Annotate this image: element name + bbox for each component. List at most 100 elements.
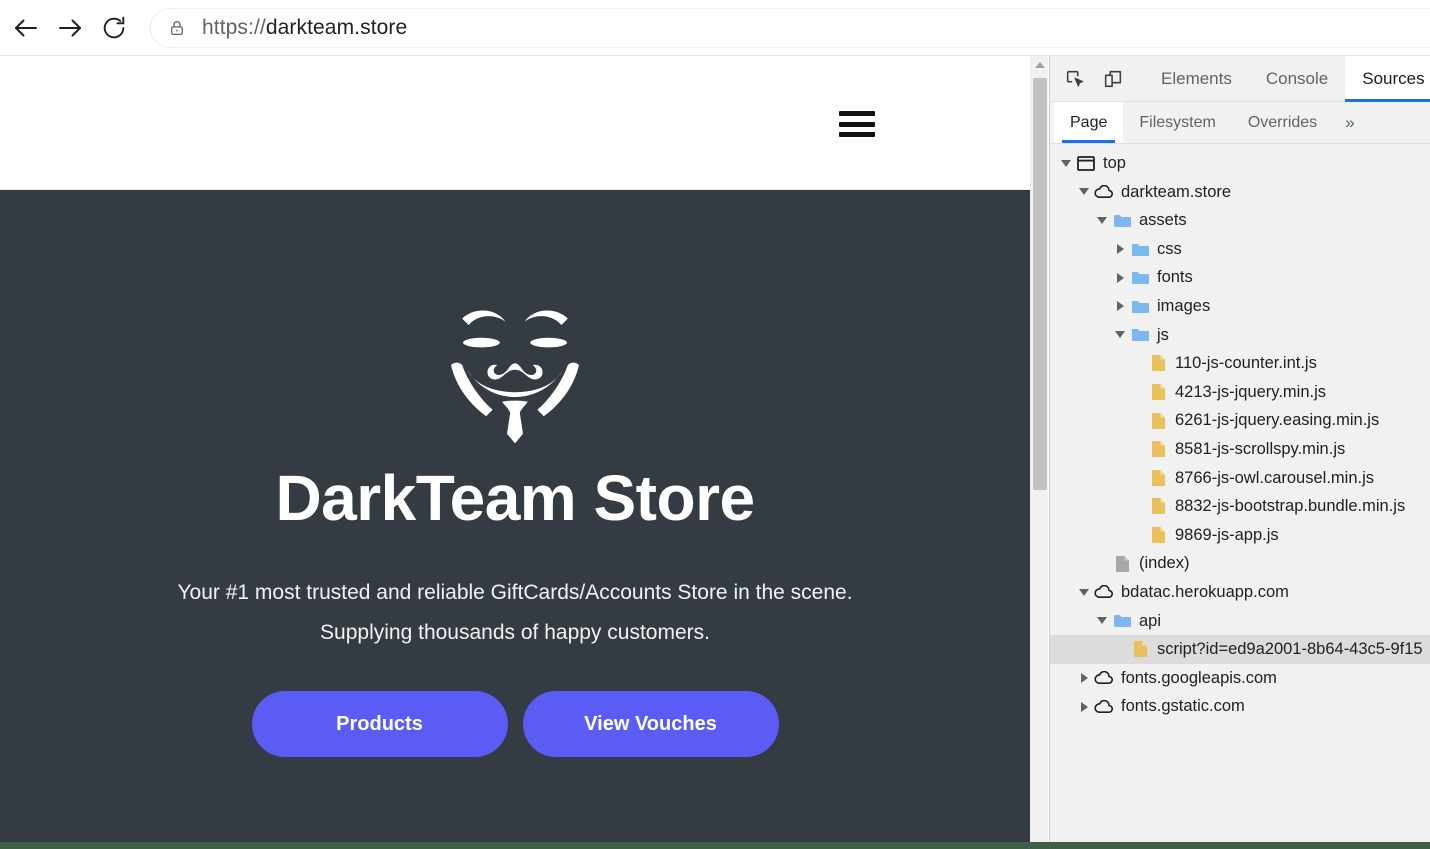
folder-icon xyxy=(1130,297,1150,315)
tree-row[interactable]: 6261-js-jquery.easing.min.js xyxy=(1050,406,1430,435)
js-file-icon xyxy=(1148,440,1168,458)
tree-row[interactable]: script?id=ed9a2001-8b64-43c5-9f15 xyxy=(1050,635,1430,664)
browser-window: https://darkteam.store xyxy=(0,0,1430,849)
chevron-down-icon[interactable] xyxy=(1112,331,1128,338)
tree-row[interactable]: fonts.googleapis.com xyxy=(1050,664,1430,693)
js-file-icon xyxy=(1148,497,1168,515)
tree-row[interactable]: bdatac.herokuapp.com xyxy=(1050,578,1430,607)
document-file-icon xyxy=(1112,555,1132,573)
frame-icon xyxy=(1076,154,1096,172)
arrow-right-icon xyxy=(55,13,85,43)
inspect-element-icon[interactable] xyxy=(1056,60,1094,98)
products-button[interactable]: Products xyxy=(252,691,508,757)
tree-item-label: script?id=ed9a2001-8b64-43c5-9f15 xyxy=(1157,641,1423,658)
hero-subtitle: Your #1 most trusted and reliable GiftCa… xyxy=(170,573,860,653)
tree-row[interactable]: top xyxy=(1050,149,1430,178)
tree-item-label: fonts.gstatic.com xyxy=(1121,698,1245,715)
tree-item-label: (index) xyxy=(1139,555,1189,572)
tree-item-label: fonts xyxy=(1157,269,1193,286)
tree-row[interactable]: 8766-js-owl.carousel.min.js xyxy=(1050,464,1430,493)
chevron-down-icon[interactable] xyxy=(1094,217,1110,224)
tree-row[interactable]: css xyxy=(1050,235,1430,264)
page-scroll-thumb[interactable] xyxy=(1033,78,1047,490)
folder-icon xyxy=(1130,269,1150,287)
chevron-down-icon[interactable] xyxy=(1058,160,1074,167)
reload-button[interactable] xyxy=(92,6,136,50)
chevron-down-icon[interactable] xyxy=(1076,188,1092,195)
cloud-icon xyxy=(1094,669,1114,687)
tree-item-label: js xyxy=(1157,327,1169,344)
hero-section: DarkTeam Store Your #1 most trusted and … xyxy=(0,190,1030,842)
hamburger-bar-3 xyxy=(839,132,875,137)
cloud-icon xyxy=(1094,183,1114,201)
view-vouches-button[interactable]: View Vouches xyxy=(523,691,779,757)
chevron-right-icon[interactable] xyxy=(1076,702,1092,712)
hero-subtitle-line1: Your #1 most trusted and reliable GiftCa… xyxy=(177,581,784,604)
hero-subtitle-line3: Supplying thousands of happy customers. xyxy=(170,613,860,653)
scroll-up-arrow-icon[interactable] xyxy=(1031,56,1049,74)
subtab-overrides[interactable]: Overrides xyxy=(1232,102,1333,143)
cloud-icon xyxy=(1094,583,1114,601)
tree-item-label: bdatac.herokuapp.com xyxy=(1121,584,1289,601)
forward-button[interactable] xyxy=(48,6,92,50)
tree-item-label: 6261-js-jquery.easing.min.js xyxy=(1175,412,1379,429)
chevron-right-icon[interactable] xyxy=(1112,301,1128,311)
hamburger-bar-1 xyxy=(839,111,875,116)
tree-row[interactable]: 4213-js-jquery.min.js xyxy=(1050,378,1430,407)
page-scrollbar[interactable] xyxy=(1030,56,1048,842)
device-toolbar-icon[interactable] xyxy=(1094,60,1132,98)
url-text: https://darkteam.store xyxy=(202,16,407,40)
js-file-icon xyxy=(1148,469,1168,487)
page-viewport: DarkTeam Store Your #1 most trusted and … xyxy=(0,56,1030,842)
devtools-panel-tabs: Elements Console Sources xyxy=(1144,56,1430,102)
chevron-down-icon[interactable] xyxy=(1076,589,1092,596)
tree-row[interactable]: assets xyxy=(1050,206,1430,235)
sources-subtabs: Page Filesystem Overrides » xyxy=(1050,102,1430,144)
tree-item-label: fonts.googleapis.com xyxy=(1121,670,1277,687)
tree-row[interactable]: (index) xyxy=(1050,549,1430,578)
tab-sources[interactable]: Sources xyxy=(1345,56,1430,102)
folder-icon xyxy=(1112,612,1132,630)
devtools-panel: Elements Console Sources Page Filesystem… xyxy=(1049,56,1430,842)
tree-item-label: top xyxy=(1103,155,1126,172)
address-bar[interactable]: https://darkteam.store xyxy=(150,8,1430,48)
tree-row[interactable]: 110-js-counter.int.js xyxy=(1050,349,1430,378)
folder-icon xyxy=(1130,326,1150,344)
tree-row[interactable]: images xyxy=(1050,292,1430,321)
cloud-icon xyxy=(1094,698,1114,716)
url-host: darkteam.store xyxy=(266,16,407,39)
tree-item-label: 9869-js-app.js xyxy=(1175,527,1279,544)
chevron-right-icon[interactable] xyxy=(1112,273,1128,283)
js-file-icon xyxy=(1148,526,1168,544)
tree-row[interactable]: fonts.gstatic.com xyxy=(1050,692,1430,721)
tree-row[interactable]: js xyxy=(1050,321,1430,350)
subtab-filesystem[interactable]: Filesystem xyxy=(1123,102,1231,143)
more-subtabs-button[interactable]: » xyxy=(1333,102,1366,143)
folder-icon xyxy=(1130,240,1150,258)
tree-row[interactable]: api xyxy=(1050,607,1430,636)
chevron-right-icon[interactable] xyxy=(1076,673,1092,683)
tree-row[interactable]: fonts xyxy=(1050,263,1430,292)
hero-subtitle-line2: scene. xyxy=(791,581,853,604)
tree-item-label: assets xyxy=(1139,212,1187,229)
tree-item-label: 4213-js-jquery.min.js xyxy=(1175,384,1326,401)
chevron-right-icon[interactable] xyxy=(1112,244,1128,254)
tree-row[interactable]: 8581-js-scrollspy.min.js xyxy=(1050,435,1430,464)
reload-icon xyxy=(100,14,128,42)
back-button[interactable] xyxy=(4,6,48,50)
anonymous-mask-icon xyxy=(435,190,595,445)
tree-row[interactable]: 8832-js-bootstrap.bundle.min.js xyxy=(1050,492,1430,521)
sources-file-tree[interactable]: top darkteam.store assets css fonts images js 1… xyxy=(1050,144,1430,842)
tree-item-label: css xyxy=(1157,241,1182,258)
hamburger-menu-icon[interactable] xyxy=(839,109,875,139)
js-file-icon xyxy=(1148,354,1168,372)
folder-icon xyxy=(1112,211,1132,229)
tab-elements[interactable]: Elements xyxy=(1144,56,1249,102)
subtab-page[interactable]: Page xyxy=(1054,102,1123,143)
tree-item-label: darkteam.store xyxy=(1121,184,1231,201)
tree-item-label: api xyxy=(1139,613,1161,630)
tree-row[interactable]: darkteam.store xyxy=(1050,178,1430,207)
chevron-down-icon[interactable] xyxy=(1094,617,1110,624)
tree-row[interactable]: 9869-js-app.js xyxy=(1050,521,1430,550)
tab-console[interactable]: Console xyxy=(1249,56,1345,102)
